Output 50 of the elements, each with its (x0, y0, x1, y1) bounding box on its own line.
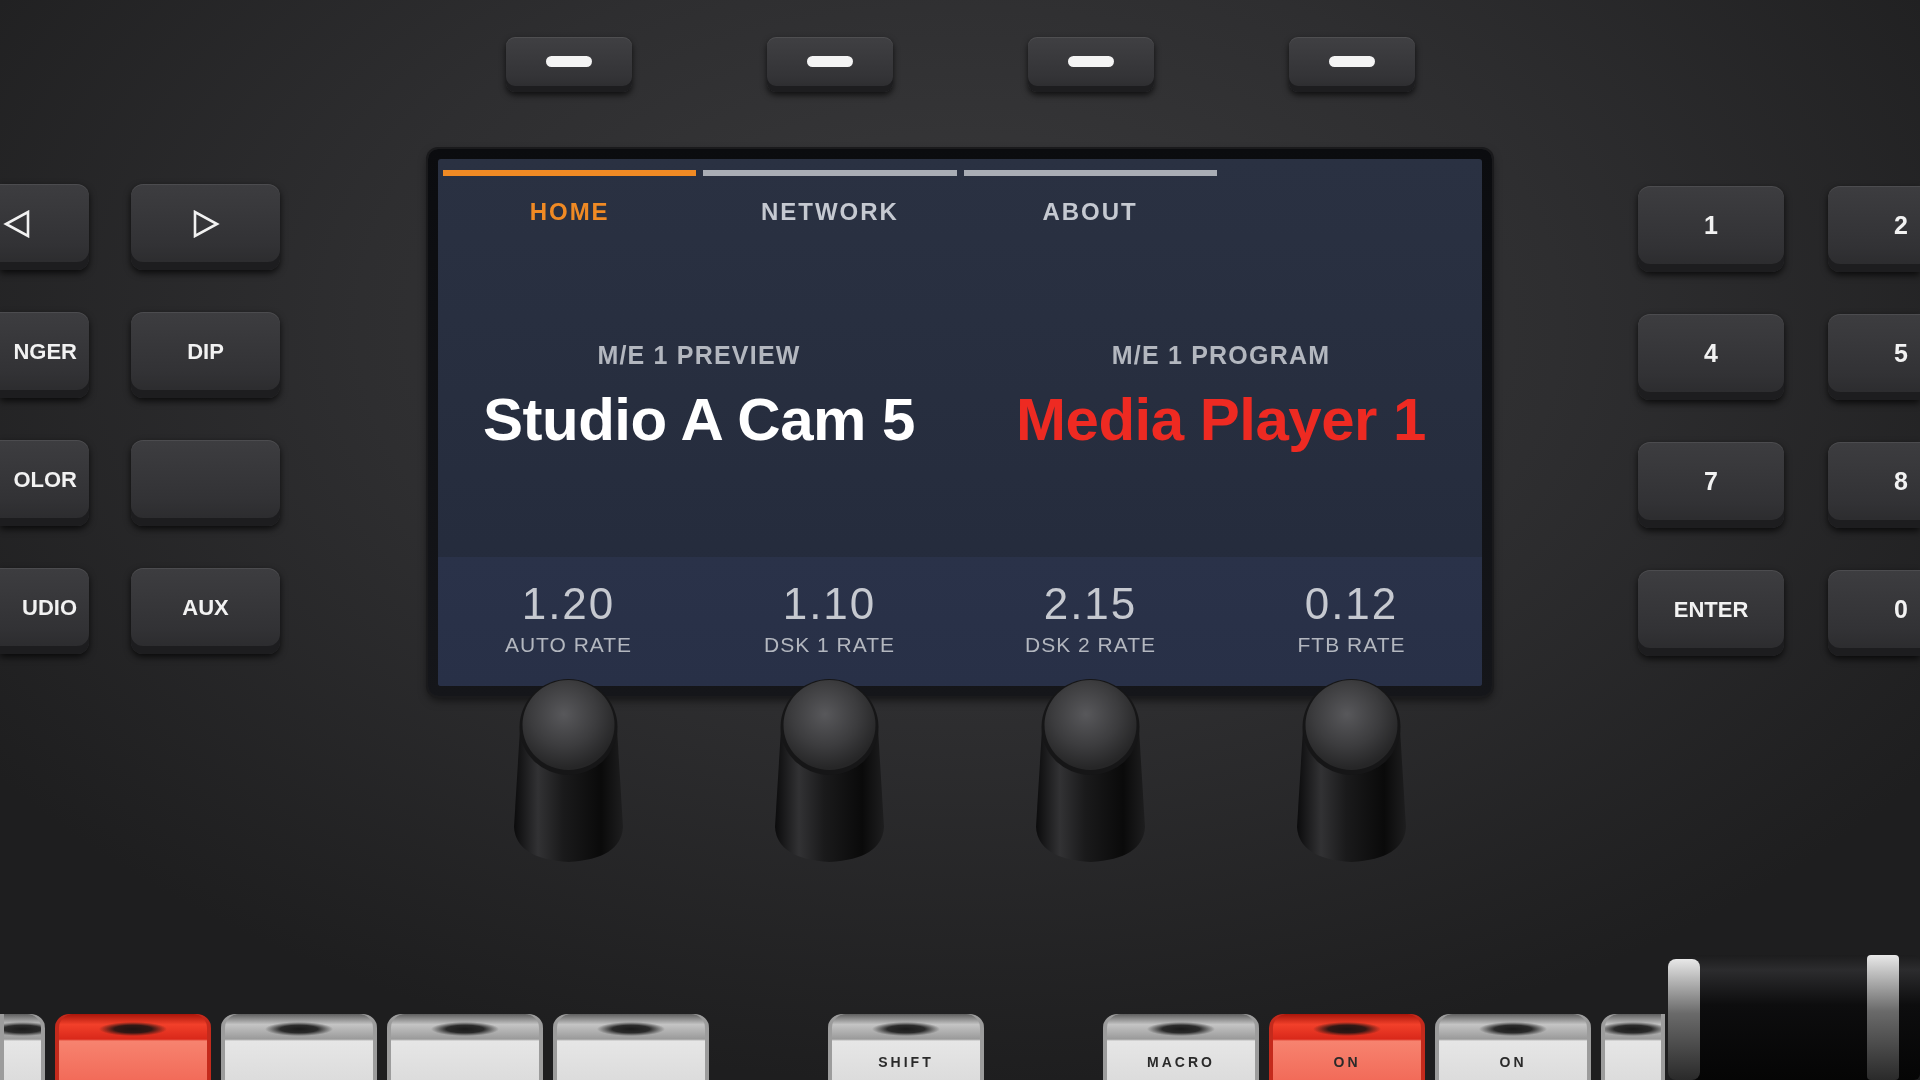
rate-value: 2.15 (1043, 579, 1138, 629)
rate-label: AUTO RATE (504, 633, 633, 657)
rate-label: FTB RATE (1297, 633, 1406, 657)
keycap[interactable] (1601, 1014, 1665, 1080)
keypad-key[interactable]: DIP (131, 312, 280, 398)
rate-label: DSK 2 RATE (1025, 633, 1156, 657)
keypad-key[interactable]: 8 (1828, 442, 1920, 528)
soft-key[interactable] (766, 37, 893, 92)
dash-icon (1328, 56, 1375, 67)
rate-label: DSK 1 RATE (764, 633, 895, 657)
keypad-key[interactable] (0, 184, 89, 270)
keypad-key[interactable]: AUX (131, 568, 280, 654)
fader-handle[interactable] (1668, 955, 1920, 1080)
dash-icon (806, 56, 853, 67)
soft-key[interactable] (1027, 37, 1154, 92)
keypad-key[interactable]: 5 (1828, 314, 1920, 400)
keypad-key[interactable]: UDIO (0, 568, 89, 654)
keycap[interactable]: ON (1269, 1014, 1425, 1080)
keycap[interactable] (387, 1014, 543, 1080)
rate-value: 0.12 (1304, 579, 1399, 629)
keypad-key[interactable]: 0 (1828, 570, 1920, 656)
keycap[interactable]: MACRO (1103, 1014, 1259, 1080)
keypad-key[interactable]: 1 (1638, 186, 1784, 272)
triangle-right-icon (191, 209, 220, 238)
keypad-key[interactable]: OLOR (0, 440, 89, 526)
dash-icon (1067, 56, 1114, 67)
keypad-key[interactable]: 2 (1828, 186, 1920, 272)
keypad-key[interactable]: NGER (0, 312, 89, 398)
keycap[interactable]: SHIFT (828, 1014, 984, 1080)
keycap[interactable] (0, 1014, 45, 1080)
source-name: Studio A Cam 5 (483, 385, 915, 455)
screen-tab[interactable]: HOME (443, 170, 697, 234)
rate-value: 1.10 (782, 579, 877, 629)
keypad-key[interactable]: 4 (1638, 314, 1784, 400)
source-name: Media Player 1 (1016, 385, 1426, 455)
keypad-key[interactable]: 7 (1638, 442, 1784, 528)
soft-key[interactable] (1288, 37, 1415, 92)
keycap[interactable] (221, 1014, 377, 1080)
keycap[interactable] (55, 1014, 211, 1080)
screen-tab[interactable]: ABOUT (963, 170, 1217, 234)
screen-tab[interactable]: NETWORK (703, 170, 957, 234)
triangle-left-icon (3, 209, 31, 238)
bus-label: M/E 1 PREVIEW (597, 340, 801, 370)
keycap[interactable]: ON (1435, 1014, 1591, 1080)
keypad-key[interactable]: ENTER (1638, 570, 1784, 656)
rate-value: 1.20 (521, 579, 616, 629)
dash-icon (545, 56, 592, 67)
bus-label: M/E 1 PROGRAM (1111, 340, 1331, 370)
soft-key[interactable] (505, 37, 632, 92)
keycap[interactable] (553, 1014, 709, 1080)
